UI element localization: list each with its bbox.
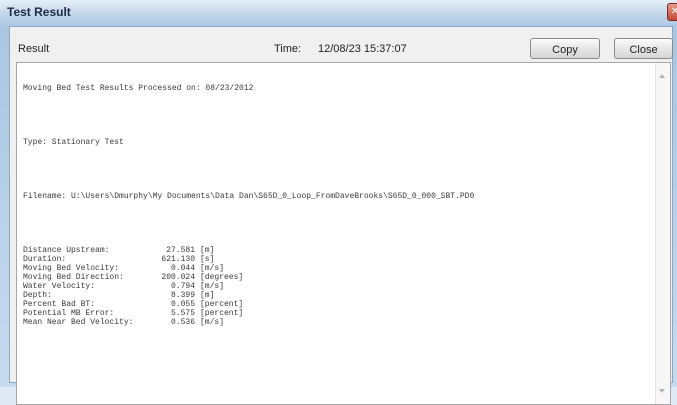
stat-unit: [percent] [200,309,244,318]
stat-unit: [m/s] [200,318,225,327]
stat-value: 5.575 [170,309,195,318]
copy-button[interactable]: Copy [530,38,600,59]
scroll-down-icon[interactable] [659,389,665,393]
stat-label: Duration: [23,255,67,264]
stat-row: Moving Bed Velocity: 0.044 [m/s] [23,264,653,273]
stat-unit: [percent] [200,300,244,309]
result-label: Result [18,43,50,55]
stat-unit: [m/s] [200,282,225,291]
stats-list: Distance Upstream: 27.581 [m] Duration: 621.… [23,246,653,327]
type-line: Type: Stationary Test [23,138,124,147]
filename-line: Filename: U:\Users\Dmurphy\My Documents\… [23,192,475,201]
scroll-up-icon[interactable] [659,74,665,78]
stat-unit: [s] [200,255,215,264]
title-bar[interactable]: Test Result ✕ [0,0,677,24]
stat-unit: [m/s] [200,264,225,273]
stat-row: Percent Bad BT: 0.055 [percent] [23,300,653,309]
processed-line: Moving Bed Test Results Processed on: 08… [23,84,254,93]
stat-value: 0.794 [170,282,195,291]
stat-row: Moving Bed Direction: 200.024 [degrees] [23,273,653,282]
results-text: Moving Bed Test Results Processed on: 08… [23,66,653,345]
test-result-window: Test Result ✕ Result Time: 12/08/23 15:3… [0,0,677,405]
stat-label: Depth: [23,291,52,300]
stat-row: Water Velocity: 0.794 [m/s] [23,282,653,291]
stat-value: 200.024 [161,273,195,282]
close-button[interactable]: Close [614,38,673,59]
window-title: Test Result [7,5,71,19]
stat-unit: [m] [200,246,215,255]
stat-row: Duration: 621.130 [s] [23,255,653,264]
stat-label: Moving Bed Velocity: [23,264,120,273]
stat-value: 0.055 [170,300,195,309]
stat-label: Moving Bed Direction: [23,273,124,282]
stat-label: Mean Near Bed Velocity: [23,318,134,327]
time-label: Time: [274,43,302,55]
stat-value: 621.130 [161,255,195,264]
stat-row: Distance Upstream: 27.581 [m] [23,246,653,255]
stat-unit: [m] [200,291,215,300]
time-value: 12/08/23 15:37:07 [318,43,407,55]
stat-value: 0.044 [170,264,195,273]
stat-unit: [degrees] [200,273,244,282]
stat-row: Mean Near Bed Velocity: 0.536 [m/s] [23,318,653,327]
stat-value: 0.536 [170,318,195,327]
results-textbox[interactable]: Moving Bed Test Results Processed on: 08… [16,62,671,405]
stat-label: Distance Upstream: [23,246,110,255]
stat-label: Percent Bad BT: [23,300,96,309]
vertical-scrollbar[interactable] [655,63,670,404]
stat-row: Depth: 8.399 [m] [23,291,653,300]
stat-label: Water Velocity: [23,282,96,291]
stat-row: Potential MB Error: 5.575 [percent] [23,309,653,318]
stat-label: Potential MB Error: [23,309,115,318]
stat-value: 8.399 [170,291,195,300]
stat-value: 27.581 [166,246,195,255]
result-panel: Result Time: 12/08/23 15:37:07 Copy Clos… [9,26,673,405]
window-close-icon[interactable]: ✕ [667,3,677,21]
